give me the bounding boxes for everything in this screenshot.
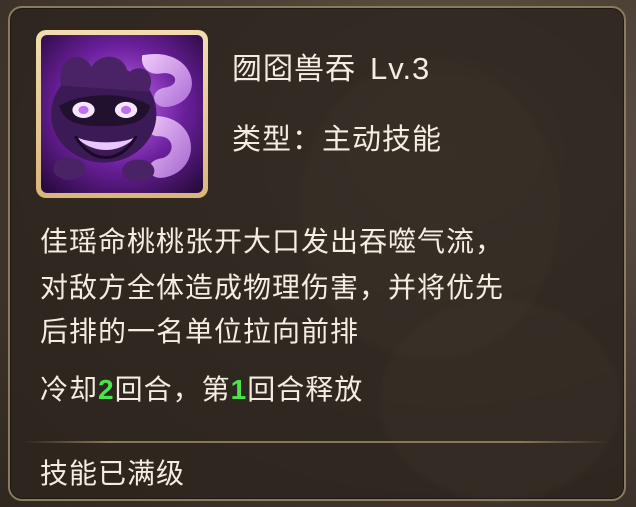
skill-icon-frame [36, 30, 208, 198]
cooldown-middle: 回合，第 [114, 373, 231, 406]
skill-type: 类型：主动技能 [232, 122, 443, 156]
skill-description-line-3: 后排的一名单位拉向前排 [40, 315, 360, 348]
skill-description-line-1: 佳瑶命桃桃张开大口发出吞噬气流， [40, 225, 505, 258]
skill-level: Lv.3 [370, 51, 431, 86]
divider [22, 441, 610, 443]
max-level-status: 技能已满级 [40, 457, 186, 490]
cooldown-turns: 2 [98, 374, 115, 405]
skill-title: 囫囵兽吞 Lv.3 [232, 44, 430, 88]
skill-description-line-2: 对敌方全体造成物理伤害，并将优先 [40, 271, 505, 304]
cooldown-prefix: 冷却 [40, 373, 99, 406]
purple-beast-mask-icon [41, 35, 203, 193]
skill-name: 囫囵兽吞 [232, 52, 356, 87]
release-turn: 1 [230, 374, 248, 405]
cooldown-info: 冷却2回合，第1回合释放 [40, 368, 363, 408]
cooldown-suffix: 回合释放 [247, 373, 364, 406]
game-screen: 囫囵兽吞 Lv.3 类型：主动技能 佳瑶命桃桃张开大口发出吞噬气流， 对敌方全体造… [0, 0, 636, 507]
